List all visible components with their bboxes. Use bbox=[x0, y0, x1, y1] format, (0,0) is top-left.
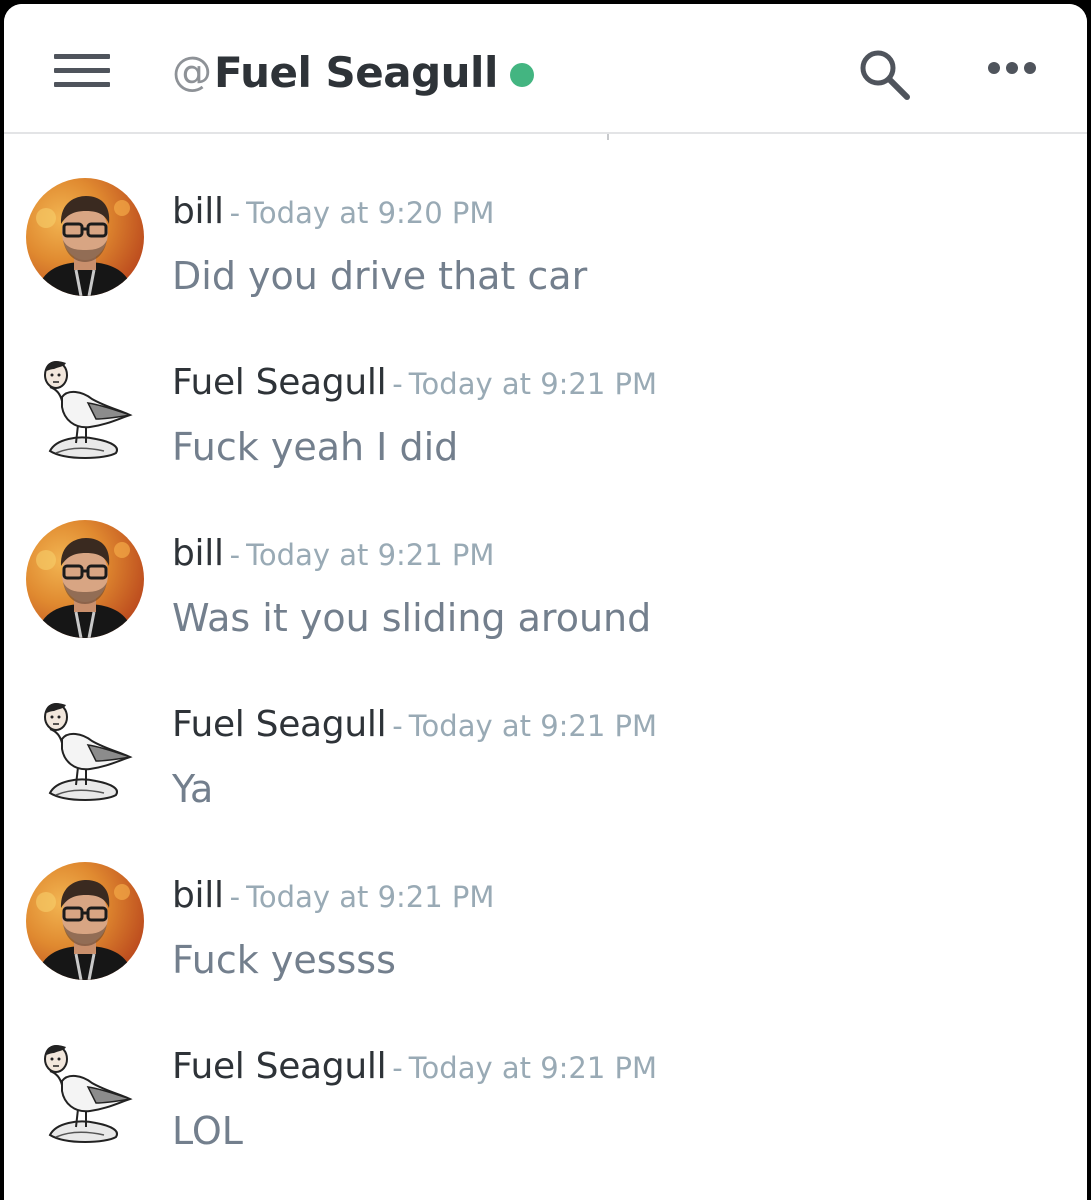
menu-line bbox=[54, 68, 110, 73]
dot bbox=[1006, 62, 1018, 74]
timestamp-separator: - bbox=[229, 538, 241, 572]
channel-header: @ Fuel Seagull bbox=[4, 4, 1087, 134]
message-author[interactable]: Fuel Seagull bbox=[172, 704, 387, 745]
message-list[interactable]: bill - Today at 9:20 PM Did you drive that… bbox=[4, 138, 1087, 1164]
timestamp-separator: - bbox=[392, 367, 403, 401]
seagull-avatar[interactable] bbox=[26, 349, 144, 467]
dot bbox=[1024, 62, 1036, 74]
message-timestamp: Today at 9:21 PM bbox=[246, 880, 495, 914]
menu-line bbox=[54, 54, 110, 59]
hamburger-menu-icon[interactable] bbox=[54, 52, 110, 90]
bill-avatar[interactable] bbox=[26, 178, 144, 296]
timestamp-separator: - bbox=[392, 709, 403, 743]
channel-title: @ Fuel Seagull bbox=[172, 42, 534, 102]
message-header: bill - Today at 9:21 PM bbox=[172, 532, 494, 582]
message-content: Fuck yessss bbox=[172, 938, 396, 982]
message-content: Was it you sliding around bbox=[172, 596, 652, 640]
message-timestamp: Today at 9:21 PM bbox=[408, 709, 658, 743]
menu-line bbox=[54, 82, 110, 87]
message-header: Fuel Seagull - Today at 9:21 PM bbox=[172, 703, 657, 753]
message-author[interactable]: Fuel Seagull bbox=[172, 362, 387, 403]
message-header: Fuel Seagull - Today at 9:21 PM bbox=[172, 361, 657, 411]
at-symbol: @ bbox=[172, 49, 212, 95]
message-author[interactable]: bill bbox=[172, 533, 224, 574]
message-item[interactable]: bill - Today at 9:21 PM Fuck yessss bbox=[4, 822, 1087, 993]
message-author[interactable]: bill bbox=[172, 191, 224, 232]
message-item[interactable]: Fuel Seagull - Today at 9:21 PM Fuck yeah … bbox=[4, 309, 1087, 480]
timestamp-separator: - bbox=[229, 196, 241, 230]
message-timestamp: Today at 9:21 PM bbox=[246, 538, 495, 572]
message-author[interactable]: Fuel Seagull bbox=[172, 1046, 387, 1087]
channel-name: Fuel Seagull bbox=[214, 47, 498, 97]
timestamp-separator: - bbox=[229, 880, 241, 914]
timestamp-separator: - bbox=[392, 1051, 403, 1085]
dot bbox=[988, 62, 1000, 74]
message-item[interactable]: Fuel Seagull - Today at 9:21 PM Ya bbox=[4, 651, 1087, 822]
online-status-indicator bbox=[509, 63, 534, 87]
seagull-avatar[interactable] bbox=[26, 1033, 144, 1151]
message-timestamp: Today at 9:20 PM bbox=[246, 196, 495, 230]
message-timestamp: Today at 9:21 PM bbox=[408, 1051, 658, 1085]
message-content: Ya bbox=[172, 767, 214, 811]
message-header: bill - Today at 9:21 PM bbox=[172, 874, 494, 924]
message-header: bill - Today at 9:20 PM bbox=[172, 190, 494, 240]
message-timestamp: Today at 9:21 PM bbox=[408, 367, 658, 401]
message-content: Did you drive that car bbox=[172, 254, 588, 298]
message-item[interactable]: bill - Today at 9:20 PM Did you drive that… bbox=[4, 138, 1087, 309]
more-dots-icon[interactable] bbox=[984, 56, 1040, 84]
message-author[interactable]: bill bbox=[172, 875, 224, 916]
message-header: Fuel Seagull - Today at 9:21 PM bbox=[172, 1045, 657, 1095]
message-item[interactable]: bill - Today at 9:21 PM Was it you sliding… bbox=[4, 480, 1087, 651]
message-content: Fuck yeah I did bbox=[172, 425, 459, 469]
dm-screen: @ Fuel Seagull bill - Today at 9:20 PM Di bbox=[4, 4, 1087, 1200]
seagull-avatar[interactable] bbox=[26, 691, 144, 809]
message-content: LOL bbox=[172, 1109, 243, 1153]
search-icon[interactable] bbox=[854, 44, 914, 104]
bill-avatar[interactable] bbox=[26, 520, 144, 638]
message-item[interactable]: Fuel Seagull - Today at 9:21 PM LOL bbox=[4, 993, 1087, 1164]
bill-avatar[interactable] bbox=[26, 862, 144, 980]
